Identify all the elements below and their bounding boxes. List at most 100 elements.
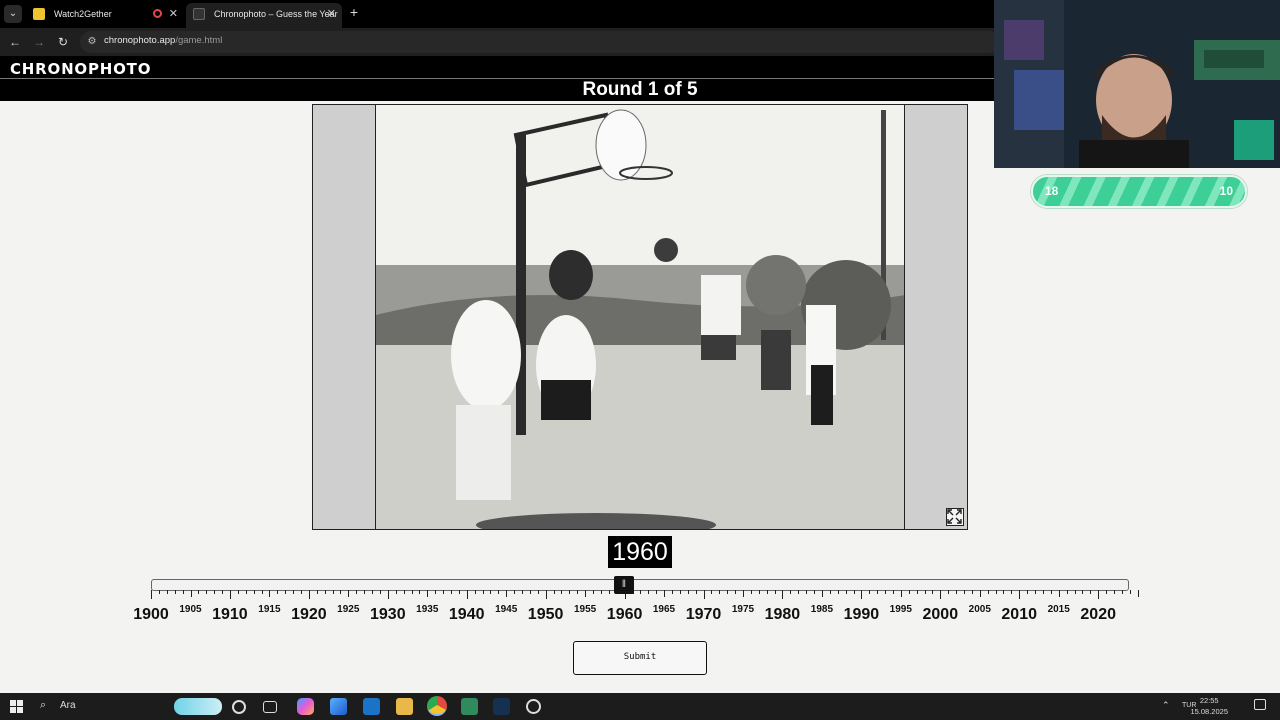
windows-taskbar: ⌕ Ara ⌃ TUR 22:55 15.08.2025 <box>0 693 1280 720</box>
slider-tick <box>214 590 216 594</box>
slider-tick <box>885 590 886 594</box>
slider-tick <box>869 590 871 594</box>
slider-tick <box>340 590 342 594</box>
app-icon[interactable] <box>526 699 541 714</box>
notification-icon[interactable] <box>1254 699 1266 710</box>
slider-tick <box>648 590 650 594</box>
outlook-icon[interactable] <box>363 698 380 715</box>
score-left: 18 <box>1045 184 1059 198</box>
close-icon[interactable]: ✕ <box>169 3 178 25</box>
submit-button[interactable]: Submit <box>573 641 707 675</box>
taskbar-search[interactable]: ⌕ Ara <box>32 695 172 718</box>
webcam-feed <box>994 0 1280 168</box>
slider-tick <box>932 590 934 594</box>
selected-year: 1960 <box>608 536 672 568</box>
slider-tick <box>1090 590 1092 594</box>
slider-tick <box>450 590 452 594</box>
slider-tick <box>979 590 981 597</box>
slider-tick <box>229 590 231 599</box>
chevron-up-icon[interactable]: ⌃ <box>1162 700 1170 711</box>
slider-tick <box>1050 590 1052 594</box>
slider-tick <box>1098 590 1100 599</box>
slider-tick <box>166 590 168 594</box>
steam-icon[interactable] <box>493 698 510 715</box>
tab-title: Watch2Gether <box>54 9 112 19</box>
reload-icon[interactable]: ↻ <box>54 33 72 51</box>
fullscreen-icon[interactable] <box>946 508 964 526</box>
slider-tick <box>245 590 247 594</box>
slider-tick <box>600 590 602 594</box>
slider-tick <box>237 590 239 594</box>
slider-tick <box>190 590 192 597</box>
photo-scene <box>376 105 904 529</box>
slider-tick <box>821 590 823 597</box>
slider-tick <box>656 590 658 594</box>
cortana-icon[interactable] <box>232 700 246 714</box>
slider-tick <box>1058 590 1060 597</box>
slider-tick <box>427 590 429 597</box>
slider-tick <box>1042 590 1044 594</box>
slider-tick <box>419 590 421 594</box>
store-icon[interactable] <box>461 698 478 715</box>
game-photo <box>375 105 905 529</box>
forward-icon[interactable]: → <box>30 33 48 51</box>
slider-tick <box>1106 590 1108 594</box>
address-bar[interactable]: ⚙ chronophoto.app/game.html <box>80 31 1000 53</box>
slider-tick <box>466 590 468 599</box>
url-text: chronophoto.app/game.html <box>104 35 222 46</box>
slider-tick <box>316 590 318 594</box>
weather-widget-icon[interactable] <box>174 698 222 715</box>
slider-tick <box>474 590 476 594</box>
chrome-icon[interactable] <box>427 696 447 716</box>
slider-tick <box>585 590 587 597</box>
chronophoto-favicon-icon <box>193 8 205 20</box>
slider-tick <box>182 590 184 594</box>
back-icon[interactable]: ← <box>6 33 24 51</box>
slider-tick <box>750 590 752 594</box>
slider-tick <box>301 590 302 594</box>
slider-tick <box>1074 590 1076 594</box>
slider-tick <box>261 590 263 594</box>
url-path: /game.html <box>175 35 223 46</box>
slider-tick <box>608 590 610 594</box>
site-info-icon[interactable]: ⚙ <box>86 36 98 48</box>
slider-tick <box>174 590 176 594</box>
site-logo[interactable]: CHRONOPHOTO <box>10 60 151 78</box>
slider-tick <box>522 590 523 594</box>
app-icon[interactable] <box>330 698 347 715</box>
search-placeholder: Ara <box>60 700 76 711</box>
slider-tick <box>277 590 279 594</box>
tab-chronophoto[interactable]: Chronophoto – Guess the Year ✕ <box>186 3 342 28</box>
slider-tick <box>253 590 255 594</box>
slider-tick <box>372 590 373 594</box>
tab-list-icon[interactable]: ⌄ <box>4 5 22 23</box>
slider-tick <box>861 590 863 599</box>
minor-year-label: 1935 <box>416 604 439 615</box>
slider-tick <box>158 590 160 594</box>
slider-tick <box>356 590 358 594</box>
close-icon[interactable]: ✕ <box>327 3 336 25</box>
minor-year-label: 1925 <box>337 604 360 615</box>
minor-year-label: 1975 <box>731 604 755 615</box>
minor-year-label: 1905 <box>179 604 202 615</box>
new-tab-icon[interactable]: + <box>346 4 362 20</box>
tab-watch2gether[interactable]: Watch2Gether ✕ <box>26 3 184 28</box>
slider-tick <box>995 590 997 594</box>
windows-start-icon[interactable] <box>8 698 25 715</box>
year-slider-ticks <box>0 588 1280 602</box>
slider-tick <box>293 590 295 594</box>
minor-year-label: 2005 <box>968 604 991 615</box>
slider-tick <box>774 590 776 594</box>
slider-tick <box>1129 590 1131 594</box>
photo-frame <box>312 104 968 530</box>
slider-tick <box>490 590 492 594</box>
copilot-icon[interactable] <box>297 698 314 715</box>
slider-tick <box>782 590 784 599</box>
year-slider-handle[interactable]: ‖ <box>614 576 634 594</box>
task-view-icon[interactable] <box>263 701 277 713</box>
file-explorer-icon[interactable] <box>396 698 413 715</box>
clock[interactable]: 22:55 15.08.2025 <box>1190 695 1228 717</box>
slider-tick <box>1003 590 1005 594</box>
fullscreen-glyph <box>947 509 962 524</box>
score-right: 10 <box>1219 184 1233 198</box>
